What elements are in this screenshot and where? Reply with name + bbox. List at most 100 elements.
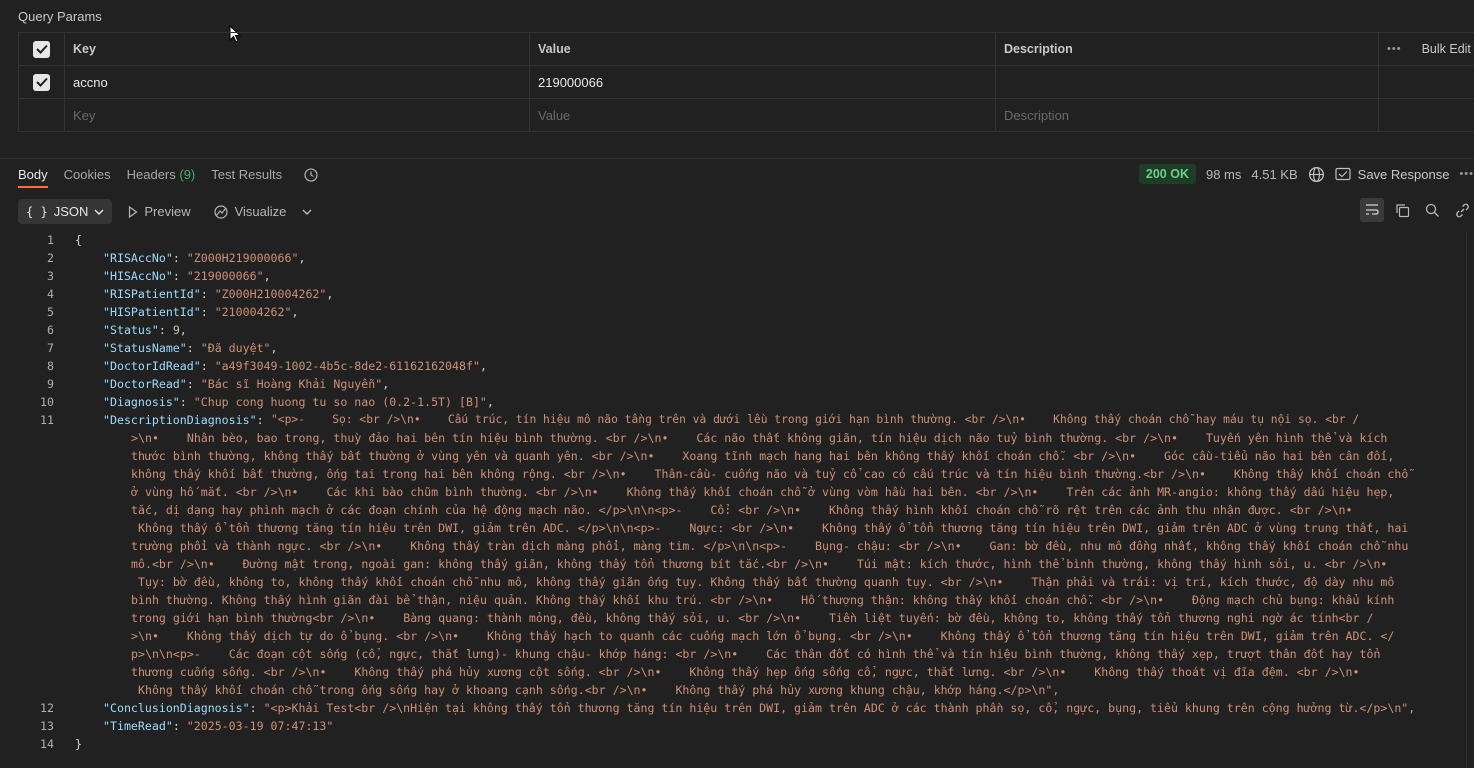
visualize-icon: [214, 204, 228, 219]
play-icon: [129, 205, 138, 218]
response-time[interactable]: 98 ms: [1206, 167, 1241, 182]
description-text-line: không thấy khối bất thường, ống tai tron…: [131, 467, 1409, 481]
headers-count-badge: (9): [179, 167, 196, 182]
key-column-header: Key: [65, 33, 530, 65]
line-number: 1: [47, 233, 54, 247]
code-line: "DoctorRead": "Bác sĩ Hoàng Khải Nguyễn"…: [103, 377, 390, 391]
description-text-line: thước bình thường, không thấy bất thường…: [131, 449, 1395, 463]
description-text-line: bình thường. Không thấy hình giãn đài bể…: [131, 593, 1395, 607]
preview-label: Preview: [144, 204, 191, 219]
save-icon: [1335, 167, 1351, 181]
param-value-field[interactable]: 219000066: [530, 66, 996, 98]
description-text-line: Tụy: bờ đều, không to, không thấy khối c…: [131, 575, 1395, 589]
line-number: 7: [47, 341, 54, 355]
visualize-button[interactable]: Visualize: [207, 199, 293, 224]
code-line: "HISPatientId": "210004262",: [103, 305, 299, 319]
preview-button[interactable]: Preview: [122, 199, 196, 224]
description-text-line: >\n• Nhân bèo, bao trong, thuỳ đảo hai b…: [131, 431, 1388, 445]
code-tools: [1360, 198, 1474, 222]
code-line: "DoctorIdRead": "a49f3049-1002-4b5c-8de2…: [103, 359, 487, 373]
code-line: "ConclusionDiagnosis": "<p>Khải Test<br …: [103, 701, 1416, 715]
tab-test-results[interactable]: Test Results: [211, 167, 282, 182]
param-row: accno 219000066: [19, 66, 1474, 99]
code-line: "HISAccNo": "219000066",: [103, 269, 271, 283]
query-params-table: Key Value Description ••• Bulk Edit accn…: [18, 32, 1474, 132]
tab-cookies[interactable]: Cookies: [64, 167, 111, 182]
search-button[interactable]: [1420, 198, 1444, 222]
line-number: 13: [40, 719, 54, 733]
description-text-line: tắc, dị dạng hay phình mạch ở các đoạn c…: [131, 503, 1353, 517]
save-response-button[interactable]: Save Response: [1335, 167, 1449, 182]
bulk-edit-button[interactable]: Bulk Edit: [1422, 42, 1471, 56]
new-value-input[interactable]: Value: [530, 99, 996, 132]
params-header-row: Key Value Description ••• Bulk Edit: [19, 33, 1474, 66]
code-line: "RISAccNo": "Z000H219000066",: [103, 251, 306, 265]
value-column-header: Value: [530, 33, 996, 65]
link-icon: [1455, 203, 1469, 217]
select-all-checkbox[interactable]: [33, 40, 50, 58]
new-description-input[interactable]: Description: [996, 99, 1379, 132]
line-number: 5: [47, 305, 54, 319]
response-status-bar: 200 OK 98 ms 4.51 KB Save Response •••: [1138, 164, 1474, 184]
copy-button[interactable]: [1390, 198, 1414, 222]
description-column-header: Description: [996, 33, 1379, 65]
format-select[interactable]: { } JSON: [18, 199, 113, 224]
description-text-line: ở vùng hố mắt. <br />\n• Các khi bào chũ…: [131, 485, 1395, 499]
line-number: 2: [47, 251, 54, 265]
tab-headers-label: Headers: [126, 167, 176, 182]
link-button[interactable]: [1450, 198, 1474, 222]
format-label: JSON: [53, 204, 89, 219]
description-text-line: "<p>- Sọ: <br />\n• Cấu trúc, tín hiệu m…: [271, 413, 1360, 426]
more-icon[interactable]: •••: [1459, 168, 1474, 180]
line-number: 9: [47, 377, 54, 391]
code-close-brace: }: [75, 737, 82, 751]
response-size[interactable]: 4.51 KB: [1251, 167, 1297, 182]
panel-divider: [0, 158, 1474, 159]
line-number: 6: [47, 323, 54, 337]
line-number: 11: [40, 413, 54, 427]
response-tabs: Body Cookies Headers (9) Test Results: [18, 167, 282, 188]
check-icon: [35, 44, 48, 54]
response-toolbar: { } JSON Preview Visualize: [18, 199, 312, 224]
line-number: 10: [40, 395, 54, 409]
description-text-line: trong giới hạn bình thường<br />\n• Bàng…: [131, 611, 1374, 625]
description-text-line: Không thấy khối choán chỗ trong ống sống…: [131, 683, 1060, 697]
param-description-field[interactable]: [996, 66, 1379, 98]
globe-icon[interactable]: [1308, 166, 1325, 183]
description-text-line: thương cuống sống. <br />\n• Không thấy …: [131, 665, 1360, 679]
description-text-line: trường phổi và thành ngực. <br />\n• Khô…: [131, 539, 1409, 553]
wrap-lines-button[interactable]: [1360, 198, 1384, 222]
param-enabled-checkbox[interactable]: [33, 73, 50, 91]
chevron-down-icon[interactable]: [302, 209, 312, 215]
search-icon: [1425, 203, 1439, 217]
code-line: "Status": 9,: [103, 323, 187, 337]
copy-icon: [1395, 203, 1409, 217]
wrap-icon: [1366, 204, 1379, 215]
code-line: "Diagnosis": "Chup cong huong tu so nao …: [103, 395, 494, 409]
tab-body[interactable]: Body: [18, 167, 48, 188]
json-code-viewer[interactable]: 1 2 3 4 5 6 7 8 9 10 11 12 13 14 { "RISA…: [0, 231, 1474, 768]
query-params-title: Query Params: [18, 9, 102, 24]
more-options-icon[interactable]: •••: [1387, 43, 1402, 55]
line-number: 14: [40, 737, 54, 751]
param-key-field[interactable]: accno: [65, 66, 530, 98]
vertical-scrollbar[interactable]: [1466, 231, 1474, 768]
new-param-row: Key Value Description: [19, 99, 1474, 132]
code-line: "RISPatientId": "Z000H210004262",: [103, 287, 334, 301]
check-icon: [35, 77, 48, 87]
status-badge[interactable]: 200 OK: [1138, 164, 1196, 184]
line-number: 8: [47, 359, 54, 373]
history-icon[interactable]: [303, 167, 319, 183]
visualize-label: Visualize: [234, 204, 287, 219]
description-text-line: mô.<br />\n• Đường mật trong, ngoài gan:…: [131, 557, 1388, 571]
braces-icon: { }: [26, 204, 48, 219]
chevron-down-icon: [94, 209, 104, 215]
new-key-input[interactable]: Key: [65, 99, 530, 132]
description-text-line: Không thấy ổ tổn thương tăng tín hiệu tr…: [131, 521, 1409, 535]
description-text-line: >\n• Không thấy dịch tự do ổ bụng. <br /…: [131, 629, 1395, 643]
code-line: "StatusName": "Đã duyệt",: [103, 341, 278, 355]
line-number: 4: [47, 287, 54, 301]
code-open-brace: {: [75, 233, 82, 247]
description-text-line: p>\n\n<p>- Các đoạn cột sống (cổ, ngực, …: [131, 647, 1381, 661]
tab-headers[interactable]: Headers (9): [127, 167, 196, 182]
